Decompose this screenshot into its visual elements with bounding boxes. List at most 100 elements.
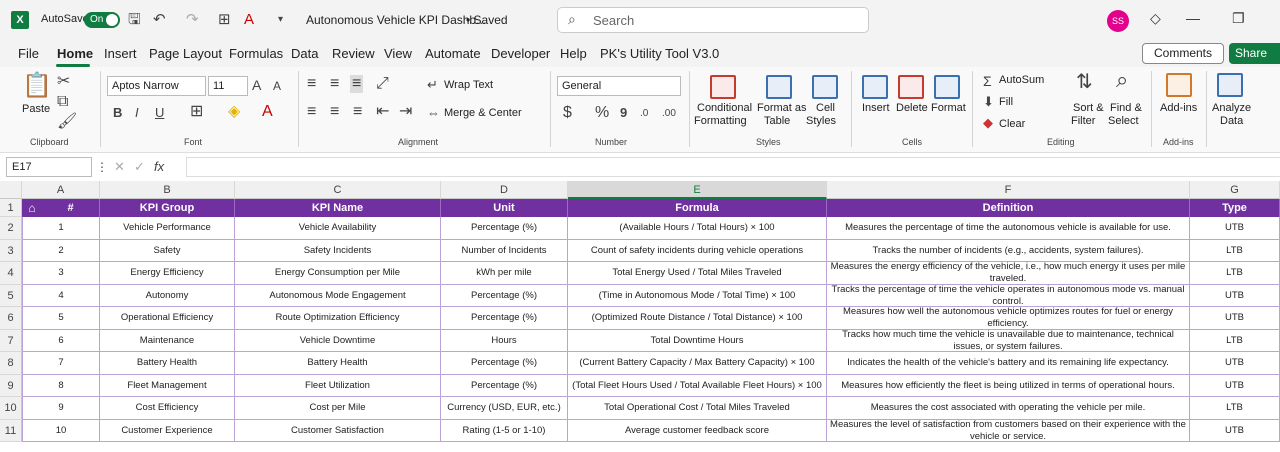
autosave-toggle[interactable]: On <box>84 12 120 28</box>
merge-icon[interactable]: ⇔ <box>427 104 440 122</box>
styles-label[interactable]: Styles <box>806 115 836 127</box>
table-cell-a[interactable]: 6 <box>22 330 100 352</box>
insert-cells-icon[interactable] <box>862 75 888 99</box>
comments-button[interactable]: Comments <box>1142 43 1224 64</box>
table-header-cell[interactable]: KPI Name <box>235 199 441 217</box>
decrease-decimal-icon[interactable]: .00 <box>662 105 676 123</box>
table-cell-d[interactable]: Hours <box>441 330 568 352</box>
table-cell-f[interactable]: Measures how efficiently the fleet is be… <box>827 375 1190 397</box>
copy-icon[interactable]: ⧉ <box>57 93 68 111</box>
table-cell-a[interactable]: 9 <box>22 397 100 420</box>
search-box[interactable]: ⌕ Search <box>557 7 869 33</box>
table-cell-e[interactable]: (Current Battery Capacity / Max Battery … <box>568 352 827 375</box>
cell-label[interactable]: Cell <box>816 102 835 114</box>
data-label[interactable]: Data <box>1220 115 1243 127</box>
table-header-cell[interactable]: Definition <box>827 199 1190 217</box>
tab-file[interactable]: File <box>18 46 39 61</box>
table-cell-c[interactable]: Vehicle Availability <box>235 217 441 240</box>
table-cell-c[interactable]: Fleet Utilization <box>235 375 441 397</box>
tab-insert[interactable]: Insert <box>104 46 137 61</box>
font-color-quick-icon[interactable]: A <box>244 10 254 30</box>
format-painter-icon[interactable]: 🖌 <box>57 113 77 131</box>
table-header-cell[interactable]: Formula <box>568 199 827 217</box>
wrap-text-label[interactable]: Wrap Text <box>444 79 493 91</box>
table-cell-g[interactable]: LTB <box>1190 397 1280 420</box>
paste-icon[interactable]: 📋 <box>22 73 52 99</box>
add-ins-icon[interactable] <box>1166 73 1192 97</box>
format-cells-icon[interactable] <box>934 75 960 99</box>
table-cell-e[interactable]: Count of safety incidents during vehicle… <box>568 240 827 262</box>
analyze-label[interactable]: Analyze <box>1212 102 1251 114</box>
table-cell-c[interactable]: Cost per Mile <box>235 397 441 420</box>
wrap-text-icon[interactable]: ↵ <box>427 76 438 94</box>
align-right-icon[interactable]: ≡ <box>353 103 362 121</box>
table-cell-g[interactable]: UTB <box>1190 352 1280 375</box>
sort-filter-icon[interactable]: ⇅ <box>1076 72 1093 92</box>
table-cell-f[interactable]: Indicates the health of the vehicle's ba… <box>827 352 1190 375</box>
table-cell-d[interactable]: kWh per mile <box>441 262 568 285</box>
formula-input[interactable] <box>186 157 1280 177</box>
table-cell-a[interactable]: 10 <box>22 420 100 442</box>
fill-icon[interactable]: ⬇ <box>983 93 994 111</box>
table-cell-b[interactable]: Maintenance <box>100 330 235 352</box>
column-header-f[interactable]: F <box>827 181 1190 199</box>
table-cell-a[interactable]: 5 <box>22 307 100 330</box>
row-header-6[interactable]: 6 <box>0 307 22 330</box>
document-title[interactable]: Autonomous Vehicle KPI Dashb... <box>306 13 486 27</box>
table-cell-b[interactable]: Autonomy <box>100 285 235 307</box>
table-cell-d[interactable]: Percentage (%) <box>441 352 568 375</box>
table-cell-c[interactable]: Route Optimization Efficiency <box>235 307 441 330</box>
table-header-cell[interactable]: KPI Group <box>100 199 235 217</box>
row-header-7[interactable]: 7 <box>0 330 22 352</box>
increase-decimal-icon[interactable]: .0 <box>640 105 648 123</box>
table-cell-d[interactable]: Rating (1-5 or 1-10) <box>441 420 568 442</box>
delete-cells-icon[interactable] <box>898 75 924 99</box>
table-cell-d[interactable]: Percentage (%) <box>441 217 568 240</box>
redo-icon[interactable]: ↷ <box>186 10 199 30</box>
customize-toolbar-icon[interactable]: ▾ <box>278 10 283 30</box>
name-box[interactable]: E17 <box>6 157 92 177</box>
borders-icon[interactable]: ⊞ <box>190 103 203 121</box>
table-cell-e[interactable]: (Time in Autonomous Mode / Total Time) ×… <box>568 285 827 307</box>
table-cell-b[interactable]: Cost Efficiency <box>100 397 235 420</box>
table-cell-e[interactable]: (Optimized Route Distance / Total Distan… <box>568 307 827 330</box>
decrease-font-icon[interactable]: A <box>273 77 281 95</box>
table-cell-d[interactable]: Percentage (%) <box>441 307 568 330</box>
borders-quick-icon[interactable]: ⊞ <box>218 10 231 30</box>
home-icon[interactable]: ⌂ <box>22 199 42 217</box>
table-cell-c[interactable]: Safety Incidents <box>235 240 441 262</box>
tab-pk-utility[interactable]: PK's Utility Tool V3.0 <box>600 46 719 61</box>
saved-status[interactable]: • Saved <box>466 13 508 27</box>
tab-review[interactable]: Review <box>332 46 375 61</box>
table-cell-g[interactable]: UTB <box>1190 420 1280 442</box>
table-cell-a[interactable]: 2 <box>22 240 100 262</box>
row-header-4[interactable]: 4 <box>0 262 22 285</box>
format-label[interactable]: Format <box>931 102 966 114</box>
column-header-c[interactable]: C <box>235 181 441 199</box>
table-header-cell[interactable]: # <box>42 199 100 217</box>
tab-view[interactable]: View <box>384 46 412 61</box>
bold-icon[interactable]: B <box>113 104 122 122</box>
avatar[interactable]: SS <box>1107 10 1129 32</box>
tab-developer[interactable]: Developer <box>491 46 550 61</box>
undo-icon[interactable]: ↶ <box>153 10 166 30</box>
tab-data[interactable]: Data <box>291 46 318 61</box>
table-cell-e[interactable]: (Available Hours / Total Hours) × 100 <box>568 217 827 240</box>
indent-decrease-icon[interactable]: ⇤ <box>376 103 389 121</box>
find-label[interactable]: Find & <box>1110 102 1142 114</box>
increase-font-icon[interactable]: A <box>252 76 261 94</box>
filter-label[interactable]: Filter <box>1071 115 1095 127</box>
table-cell-a[interactable]: 8 <box>22 375 100 397</box>
select-label[interactable]: Select <box>1108 115 1139 127</box>
table-cell-d[interactable]: Percentage (%) <box>441 285 568 307</box>
tab-help[interactable]: Help <box>560 46 587 61</box>
align-top-icon[interactable]: ≡ <box>307 75 316 93</box>
table-cell-c[interactable]: Vehicle Downtime <box>235 330 441 352</box>
number-format-select[interactable]: General <box>557 76 681 96</box>
table-cell-c[interactable]: Battery Health <box>235 352 441 375</box>
table-header-cell[interactable]: Unit <box>441 199 568 217</box>
table-cell-g[interactable]: UTB <box>1190 217 1280 240</box>
fill-label[interactable]: Fill <box>999 96 1013 108</box>
tab-formulas[interactable]: Formulas <box>229 46 283 61</box>
analyze-data-icon[interactable] <box>1217 73 1243 97</box>
